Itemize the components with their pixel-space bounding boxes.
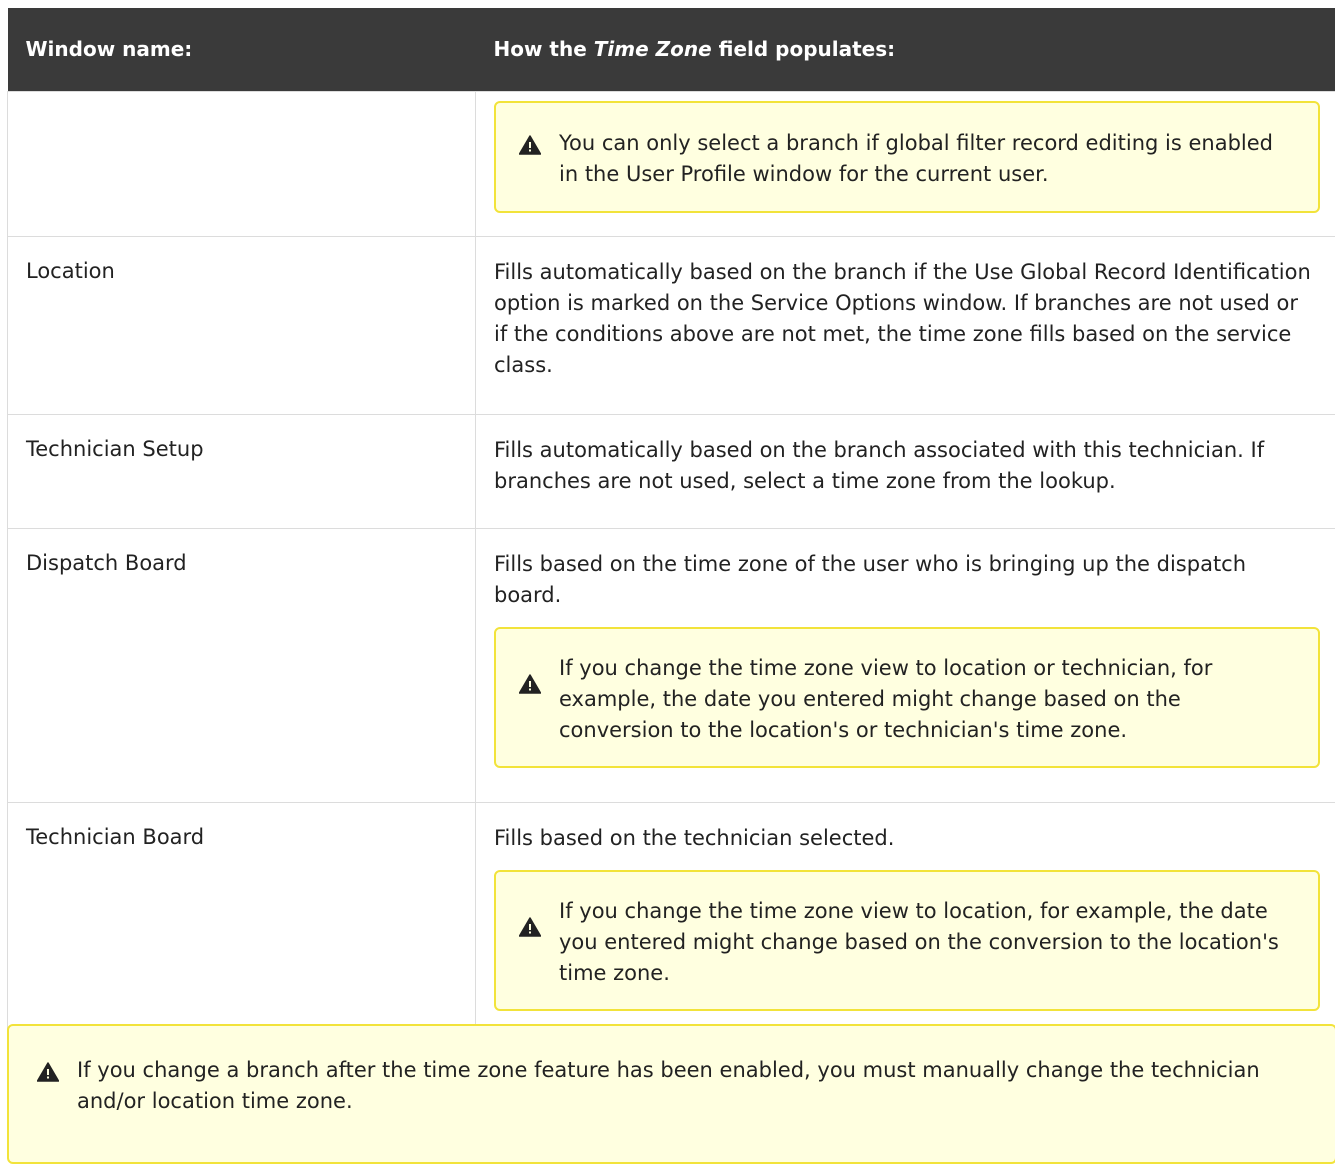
bottom-warning-text: If you change a branch after the time zo… [77,1055,1315,1117]
populates-cell: You can only select a branch if global f… [476,91,1335,236]
populates-cell: Fills automatically based on the branch … [476,236,1335,414]
warning-note-text: If you change the time zone view to loca… [559,896,1298,989]
time-zone-table: Window name: How the Time Zone field pop… [7,8,1335,1042]
populates-cell: Fills based on the technician selected. … [476,802,1335,1041]
warning-icon [37,1062,59,1082]
table-header: Window name: How the Time Zone field pop… [8,8,1335,91]
header-field-name: Time Zone [594,37,712,61]
window-name-cell: Location [8,236,476,414]
table-row: Technician Board Fills based on the tech… [8,802,1335,1041]
warning-icon [519,917,541,937]
table-row: Dispatch Board Fills based on the time z… [8,528,1335,802]
warning-note: If you change the time zone view to loca… [494,870,1320,1011]
warning-note: You can only select a branch if global f… [494,101,1320,213]
warning-icon [519,674,541,694]
populates-cell: Fills based on the time zone of the user… [476,528,1335,802]
header-prefix: How the [494,37,594,61]
table-row: Technician Setup Fills automatically bas… [8,414,1335,528]
warning-note: If you change the time zone view to loca… [494,627,1320,768]
header-suffix: field populates: [712,37,895,61]
table-row: You can only select a branch if global f… [8,91,1335,236]
warning-note-text: If you change the time zone view to loca… [559,653,1298,746]
populates-text: Fills based on the time zone of the user… [494,549,1317,611]
window-name-cell: Technician Board [8,802,476,1041]
table-header-row: Window name: How the Time Zone field pop… [8,8,1335,91]
window-name-cell [8,91,476,236]
populates-cell: Fills automatically based on the branch … [476,414,1335,528]
document-page: Window name: How the Time Zone field pop… [0,0,1335,1161]
table-row: Location Fills automatically based on th… [8,236,1335,414]
column-header-window-name: Window name: [8,8,476,91]
warning-icon [519,135,541,155]
warning-note-text: You can only select a branch if global f… [559,128,1298,190]
window-name-cell: Technician Setup [8,414,476,528]
column-header-time-zone: How the Time Zone field populates: [476,8,1335,91]
populates-text: Fills based on the technician selected. [494,823,1317,854]
window-name-cell: Dispatch Board [8,528,476,802]
bottom-warning-note: If you change a branch after the time zo… [7,1024,1335,1164]
